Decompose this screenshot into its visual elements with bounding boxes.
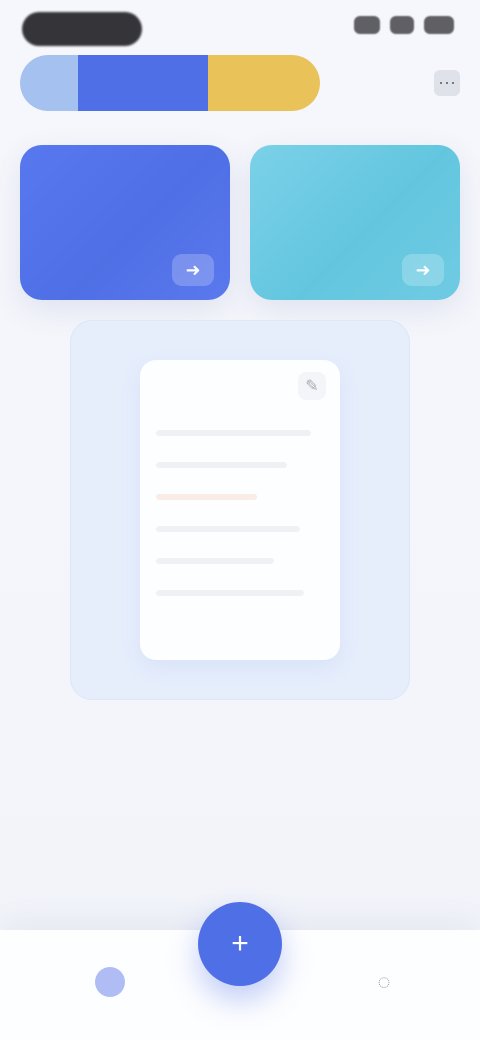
tab-primary[interactable]: [78, 55, 208, 111]
home-icon: [95, 967, 125, 997]
center-panel: ✎: [70, 320, 410, 700]
plus-icon: +: [231, 927, 249, 960]
top-tabs: [20, 55, 320, 111]
add-button[interactable]: +: [198, 902, 282, 986]
profile-icon: ◌: [377, 969, 391, 994]
note-line: [156, 462, 288, 468]
battery-icon: [424, 16, 454, 34]
note-line: [156, 430, 311, 436]
feature-card-teal[interactable]: ➜: [250, 145, 460, 300]
app-screen: ⋯ ➜ ➜ ✎ + ◌: [0, 0, 480, 1040]
arrow-icon: ➜: [402, 254, 444, 286]
wifi-icon: [390, 16, 414, 34]
feature-cards: ➜ ➜: [20, 145, 460, 300]
tab-secondary[interactable]: [208, 55, 320, 111]
note-line: [156, 558, 274, 564]
feature-card-blue[interactable]: ➜: [20, 145, 230, 300]
signal-icon: [354, 16, 380, 34]
note-line: [156, 590, 304, 596]
arrow-icon: ➜: [172, 254, 214, 286]
tab-avatar[interactable]: [20, 55, 78, 111]
hint-text: [60, 765, 420, 787]
status-bar: [0, 0, 480, 58]
note-lines: [156, 430, 324, 640]
edit-icon[interactable]: ✎: [298, 372, 326, 400]
bottom-nav: + ◌: [0, 902, 480, 1040]
nav-profile[interactable]: ◌: [356, 954, 412, 1010]
status-pill: [22, 12, 142, 46]
note-line: [156, 526, 301, 532]
status-icons: [354, 16, 454, 34]
note-card[interactable]: ✎: [140, 360, 340, 660]
nav-home[interactable]: [82, 954, 138, 1010]
more-icon[interactable]: ⋯: [434, 70, 460, 96]
note-line-accent: [156, 494, 257, 500]
